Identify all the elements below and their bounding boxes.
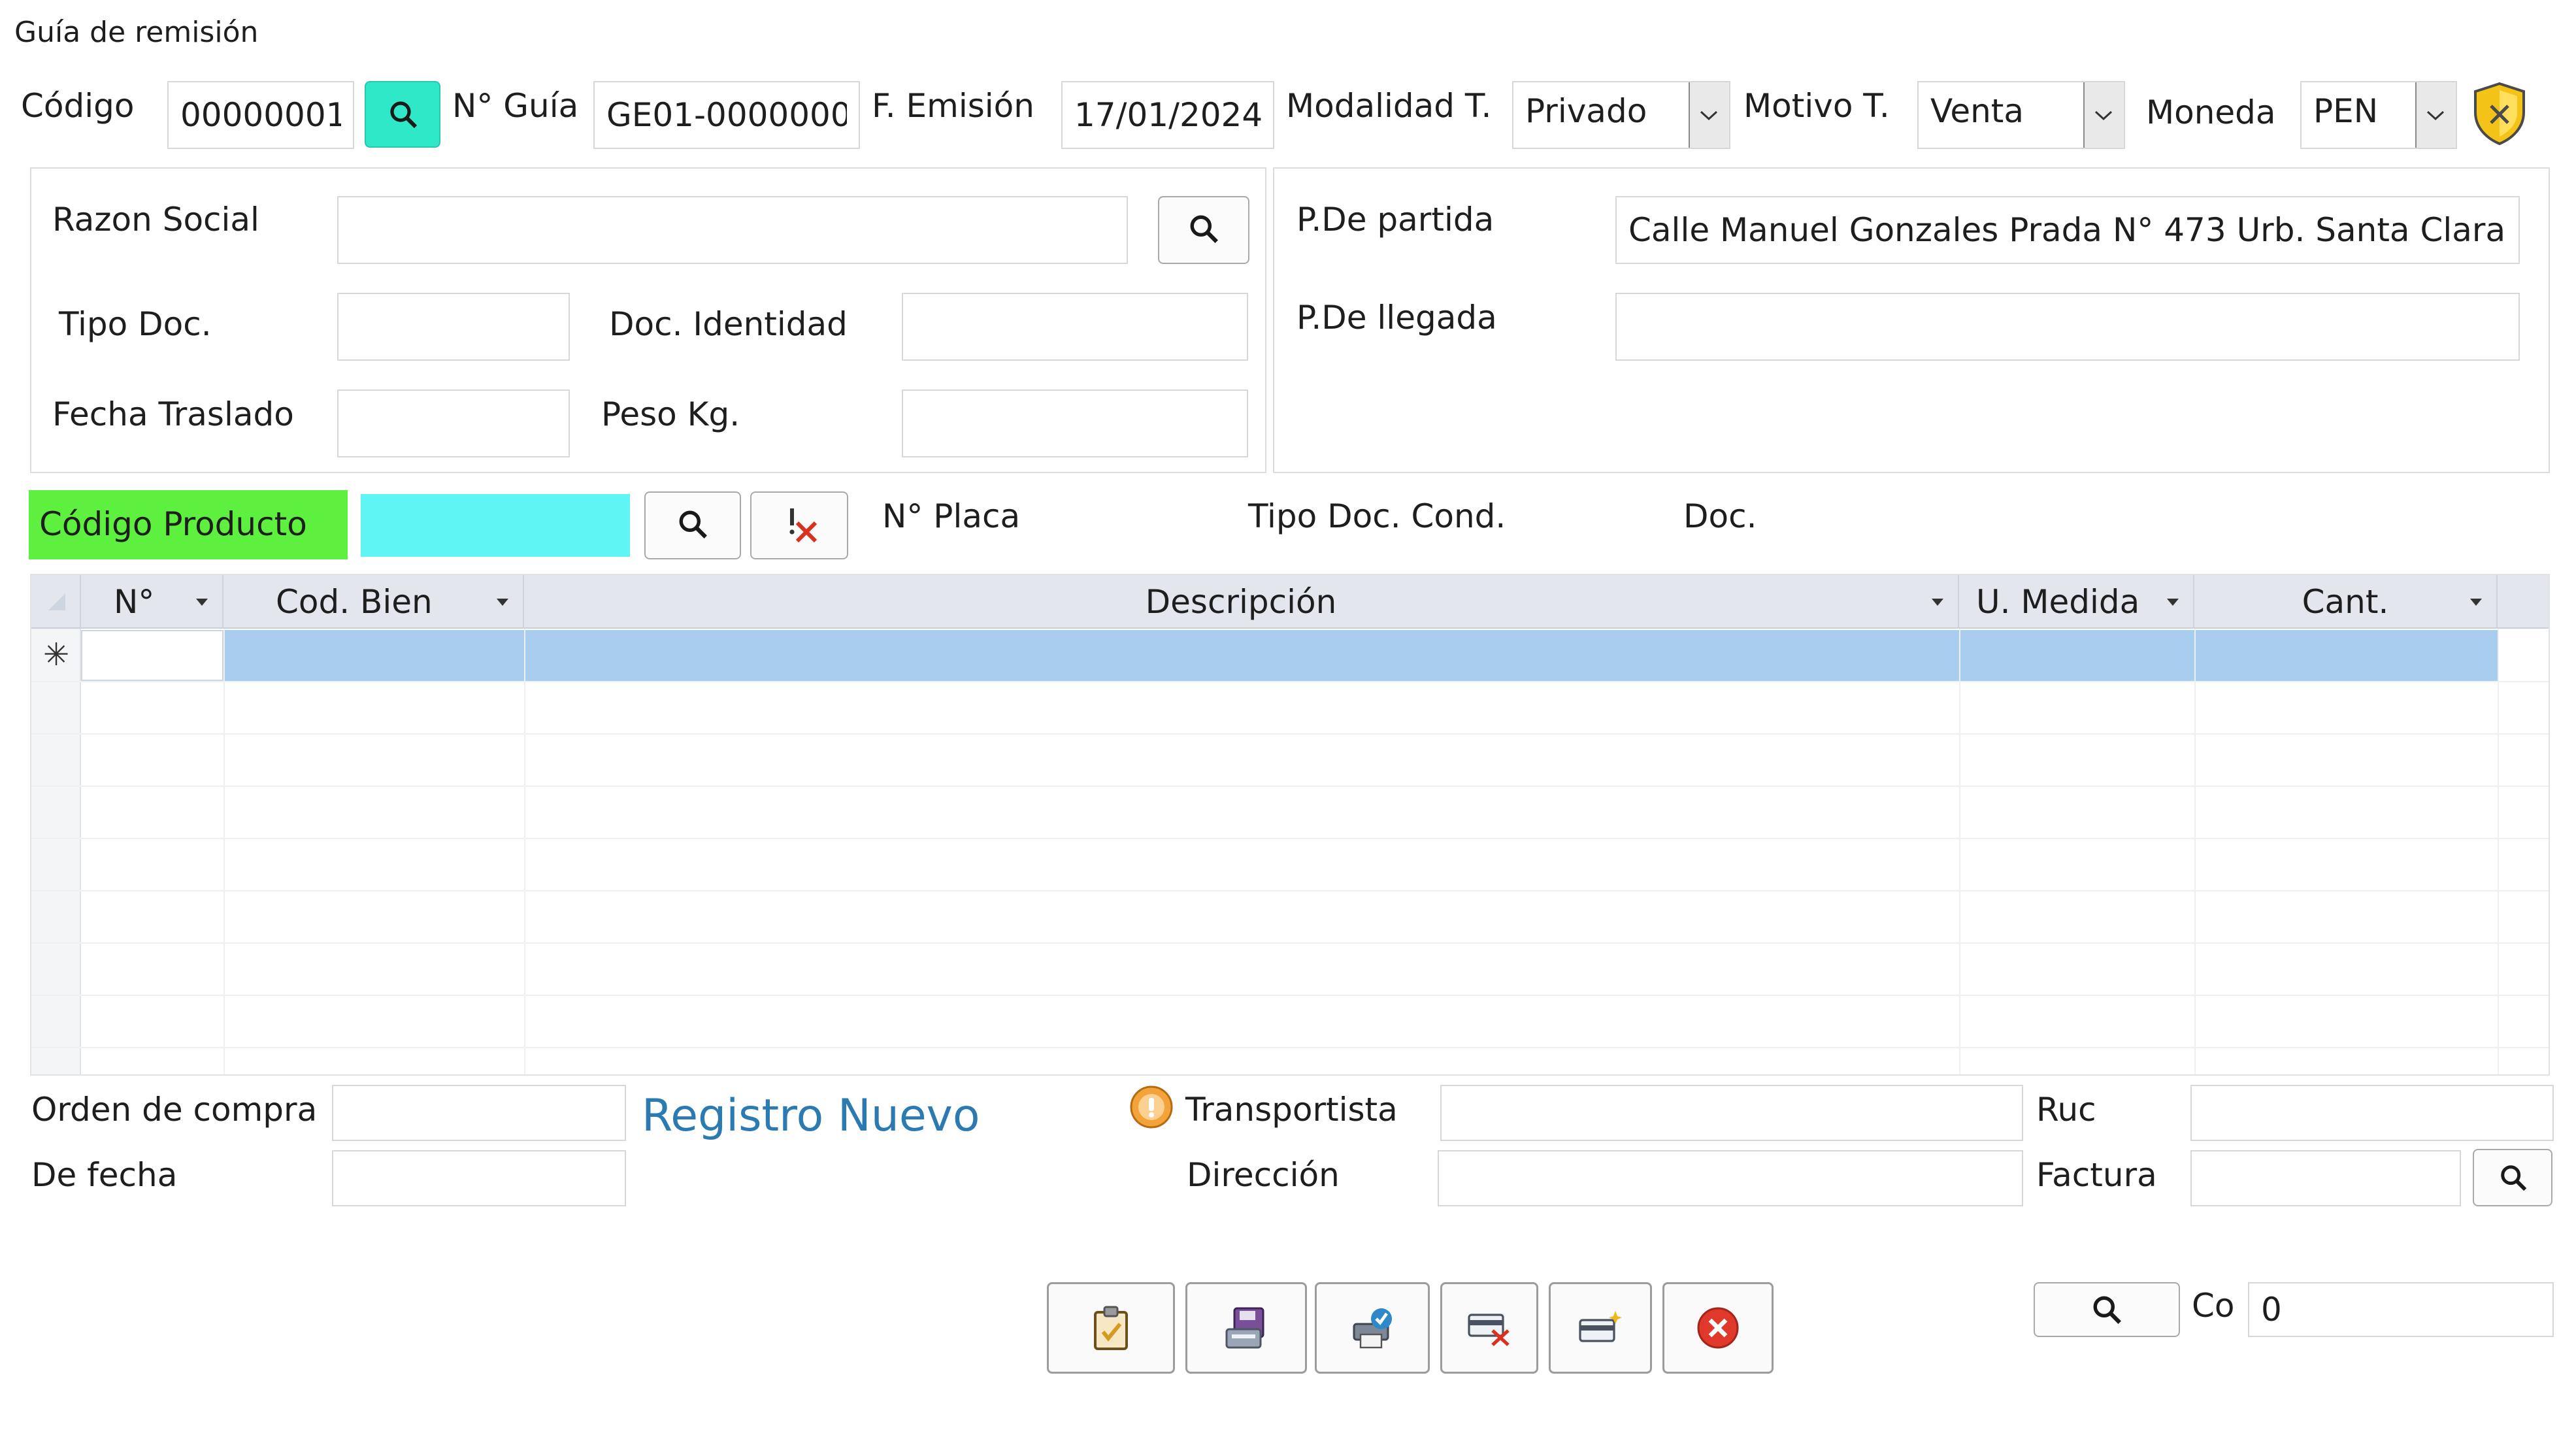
llegada-label: P.De llegada [1296, 299, 1497, 337]
modalidad-label: Modalidad T. [1286, 87, 1492, 125]
close-icon [1697, 1307, 1739, 1349]
llegada-input[interactable] [1615, 293, 2520, 361]
doc-label: Doc. [1683, 497, 1757, 535]
de-fecha-input[interactable] [332, 1150, 626, 1206]
col-header-cant[interactable]: Cant. [2194, 575, 2498, 629]
clipboard-button[interactable] [1047, 1282, 1175, 1374]
tipo-doc-input[interactable] [337, 293, 570, 361]
bottom-search-button[interactable] [2034, 1282, 2180, 1337]
motivo-label: Motivo T. [1743, 87, 1890, 125]
tipo-doc-label: Tipo Doc. [59, 305, 212, 343]
save-icon [1225, 1307, 1264, 1349]
print-check-icon [1353, 1308, 1392, 1349]
peso-kg-label: Peso Kg. [601, 395, 740, 433]
print-check-button[interactable] [1315, 1282, 1430, 1374]
window-title: Guía de remisión [14, 16, 259, 49]
sort-arrow-icon[interactable] [2470, 599, 2482, 606]
sort-arrow-icon[interactable] [497, 599, 508, 606]
col-header-n[interactable]: N° [81, 575, 223, 629]
chevron-down-icon[interactable] [1689, 82, 1729, 148]
clear-product-button[interactable] [750, 491, 848, 559]
codigo-producto-label: Código Producto [39, 505, 307, 543]
codigo-search-button[interactable] [365, 81, 440, 148]
orden-compra-label: Orden de compra [31, 1091, 318, 1129]
new-row-marker: ✳ [43, 637, 70, 673]
moneda-value: PEN [2313, 92, 2379, 130]
factura-input[interactable] [2190, 1150, 2461, 1206]
de-fecha-label: De fecha [31, 1156, 178, 1194]
search-icon [1190, 215, 1218, 243]
factura-search-button[interactable] [2473, 1149, 2552, 1206]
transportista-label: Transportista [1185, 1091, 1398, 1129]
new-card-button[interactable] [1549, 1282, 1652, 1374]
peso-kg-input[interactable] [902, 389, 1248, 457]
shield-button[interactable] [2471, 81, 2528, 146]
grid-header: N° Cod. Bien Descripción U. Medida Cant. [31, 575, 2549, 629]
col-header-descripcion[interactable]: Descripción [524, 575, 1959, 629]
motivo-value: Venta [1930, 92, 2024, 130]
chevron-down-icon[interactable] [2083, 82, 2124, 148]
codigo-input[interactable] [167, 81, 354, 149]
new-row-selection[interactable] [223, 630, 2498, 681]
row-selector-column [31, 629, 81, 1074]
status-text: Registro Nuevo [642, 1090, 980, 1142]
co-label: Co [2192, 1287, 2235, 1325]
col-header-cod-bien[interactable]: Cod. Bien [223, 575, 524, 629]
transportista-input[interactable] [1440, 1085, 2023, 1141]
delete-card-button[interactable] [1440, 1282, 1538, 1374]
codigo-producto-label-box: Código Producto [29, 490, 348, 559]
motivo-select[interactable]: Venta [1917, 81, 2125, 149]
codigo-label: Código [21, 87, 135, 125]
doc-identidad-input[interactable] [902, 293, 1248, 361]
close-button[interactable] [1662, 1282, 1774, 1374]
razon-social-label: Razon Social [52, 201, 259, 239]
fecha-traslado-label: Fecha Traslado [52, 395, 294, 433]
chevron-down-icon[interactable] [2415, 82, 2456, 148]
razon-search-button[interactable] [1158, 196, 1249, 264]
items-grid[interactable]: N° Cod. Bien Descripción U. Medida Cant.… [30, 574, 2550, 1076]
femision-label: F. Emisión [872, 87, 1034, 125]
co-input[interactable] [2248, 1282, 2554, 1337]
factura-label: Factura [2036, 1156, 2157, 1194]
clipboard-icon [1094, 1306, 1128, 1350]
fecha-traslado-input[interactable] [337, 389, 570, 457]
tipo-doc-cond-label: Tipo Doc. Cond. [1248, 497, 1506, 535]
clear-filter-icon [789, 508, 817, 543]
modalidad-select[interactable]: Privado [1512, 81, 1730, 149]
moneda-select[interactable]: PEN [2300, 81, 2457, 149]
orden-compra-input[interactable] [332, 1085, 626, 1141]
partida-label: P.De partida [1296, 201, 1494, 239]
femision-input[interactable] [1061, 81, 1274, 149]
partida-input[interactable] [1615, 196, 2520, 264]
ruc-label: Ruc [2036, 1091, 2096, 1129]
col-header-u-medida[interactable]: U. Medida [1959, 575, 2194, 629]
search-icon [390, 101, 418, 129]
direccion-label: Dirección [1187, 1156, 1340, 1194]
codigo-producto-input[interactable] [361, 494, 630, 557]
search-icon [2093, 1296, 2121, 1324]
save-button[interactable] [1185, 1282, 1307, 1374]
direccion-input[interactable] [1438, 1150, 2023, 1206]
new-card-icon [1579, 1311, 1622, 1342]
sort-arrow-icon[interactable] [2167, 599, 2179, 606]
sort-arrow-icon[interactable] [196, 599, 208, 606]
producto-search-button[interactable] [644, 491, 741, 559]
search-icon [679, 510, 707, 538]
doc-identidad-label: Doc. Identidad [609, 305, 848, 343]
nguia-input[interactable] [593, 81, 860, 149]
placa-label: N° Placa [882, 497, 1021, 535]
ruc-input[interactable] [2190, 1085, 2554, 1141]
warning-circle-icon [1129, 1085, 1174, 1129]
new-row-cell-n[interactable] [81, 630, 223, 681]
row-selector-header [31, 575, 81, 629]
search-icon [2501, 1165, 2527, 1191]
moneda-label: Moneda [2146, 93, 2276, 131]
razon-social-input[interactable] [337, 196, 1128, 264]
modalidad-value: Privado [1525, 92, 1647, 130]
nguia-label: N° Guía [452, 87, 579, 125]
delete-card-icon [1468, 1314, 1510, 1346]
sort-arrow-icon[interactable] [1932, 599, 1943, 606]
shield-icon [2474, 82, 2525, 146]
